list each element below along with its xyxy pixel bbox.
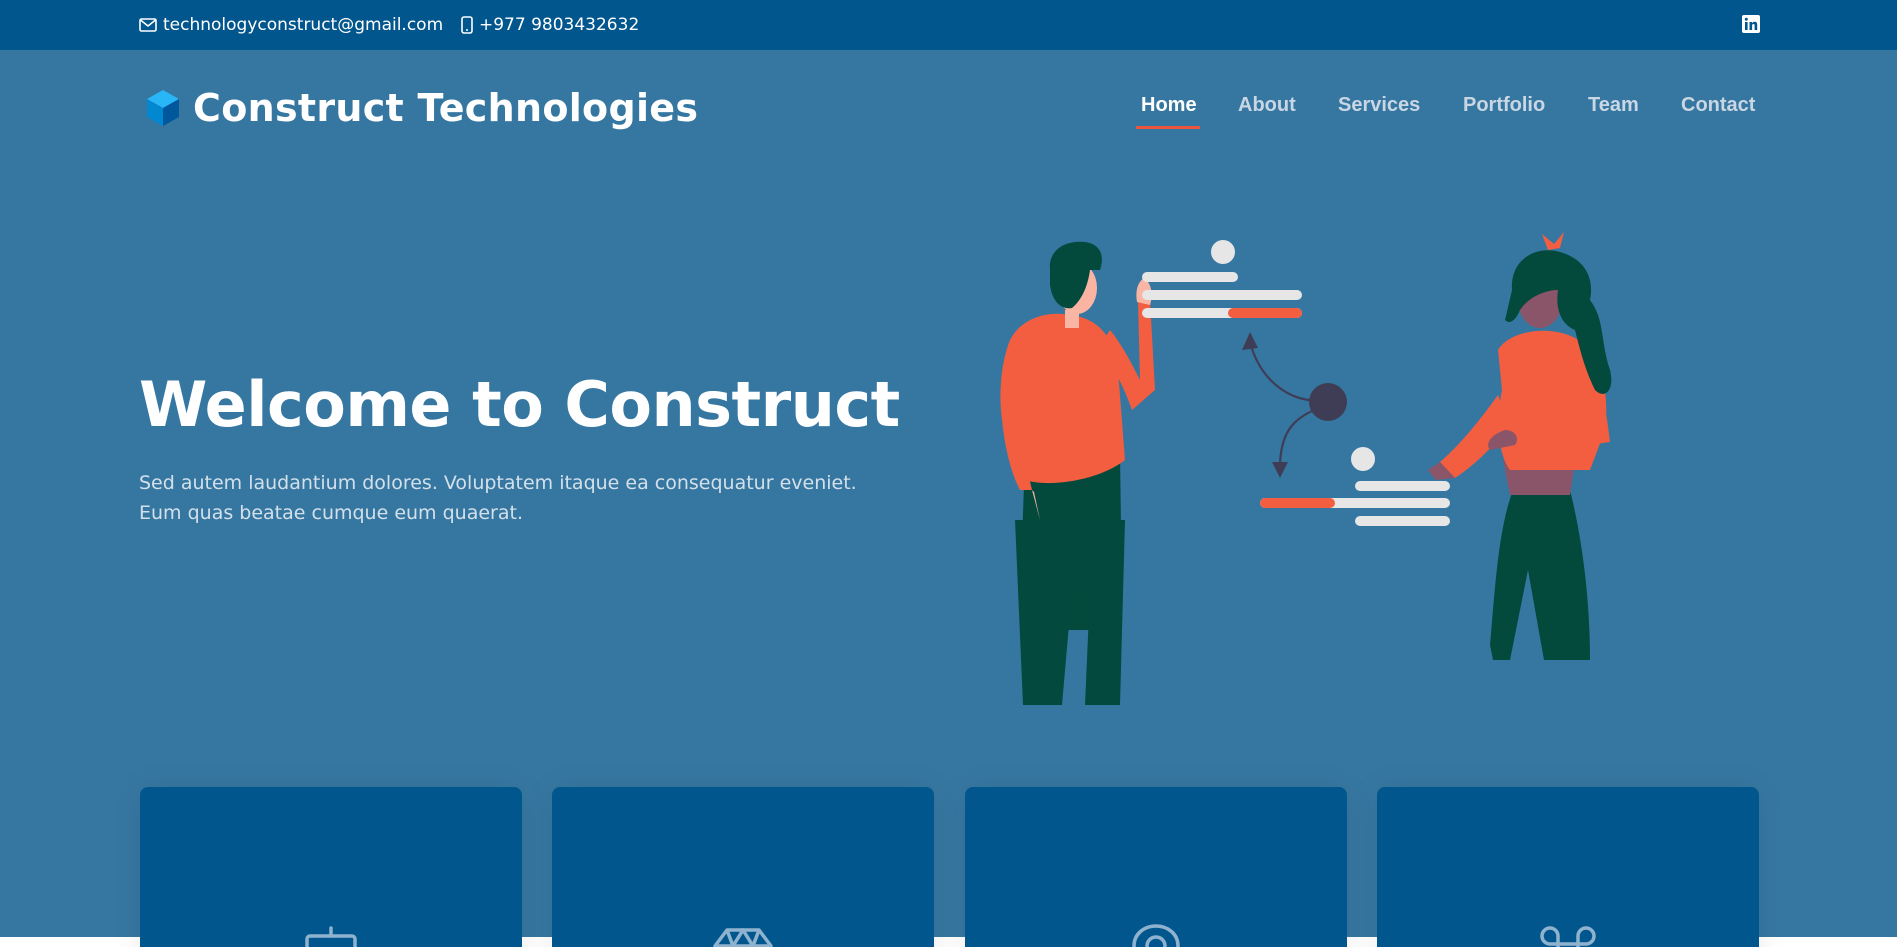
nav-team[interactable]: Team xyxy=(1588,94,1639,117)
main-nav: Home About Services Portfolio Team Conta… xyxy=(0,94,1897,134)
top-data-panel xyxy=(1142,240,1302,318)
diamond-icon xyxy=(713,928,773,947)
man-figure xyxy=(1000,241,1155,705)
nav-active-indicator xyxy=(1136,126,1200,129)
hero-illustration xyxy=(1000,232,1612,705)
topbar-phone[interactable]: +977 9803432632 xyxy=(461,0,639,50)
feature-card[interactable] xyxy=(552,787,934,947)
feature-card[interactable] xyxy=(1377,787,1759,947)
hero-section: Construct Technologies Home About Servic… xyxy=(0,50,1897,947)
command-key-icon xyxy=(1540,926,1596,947)
nav-home[interactable]: Home xyxy=(1141,94,1197,117)
bottom-data-panel xyxy=(1260,447,1450,526)
nav-portfolio[interactable]: Portfolio xyxy=(1463,94,1545,117)
topbar-email[interactable]: technologyconstruct@gmail.com xyxy=(139,0,443,50)
mobile-phone-icon xyxy=(461,16,473,34)
easel-icon xyxy=(305,926,357,947)
hero-title: Welcome to Construct xyxy=(139,368,900,441)
nav-services[interactable]: Services xyxy=(1338,94,1420,117)
linkedin-icon[interactable] xyxy=(1742,15,1760,33)
nav-contact[interactable]: Contact xyxy=(1681,94,1755,117)
envelope-icon xyxy=(139,18,157,32)
woman-figure xyxy=(1428,232,1612,660)
exchange-arrows xyxy=(1242,332,1347,478)
email-text[interactable]: technologyconstruct@gmail.com xyxy=(163,15,443,35)
hero-subtitle: Sed autem laudantium dolores. Voluptatem… xyxy=(139,472,857,524)
phone-text[interactable]: +977 9803432632 xyxy=(479,15,639,35)
top-bar: technologyconstruct@gmail.com +977 98034… xyxy=(0,0,1897,50)
feature-card[interactable] xyxy=(965,787,1347,947)
feature-card[interactable] xyxy=(140,787,522,947)
nav-about[interactable]: About xyxy=(1238,94,1296,117)
map-pin-icon xyxy=(1132,924,1180,947)
